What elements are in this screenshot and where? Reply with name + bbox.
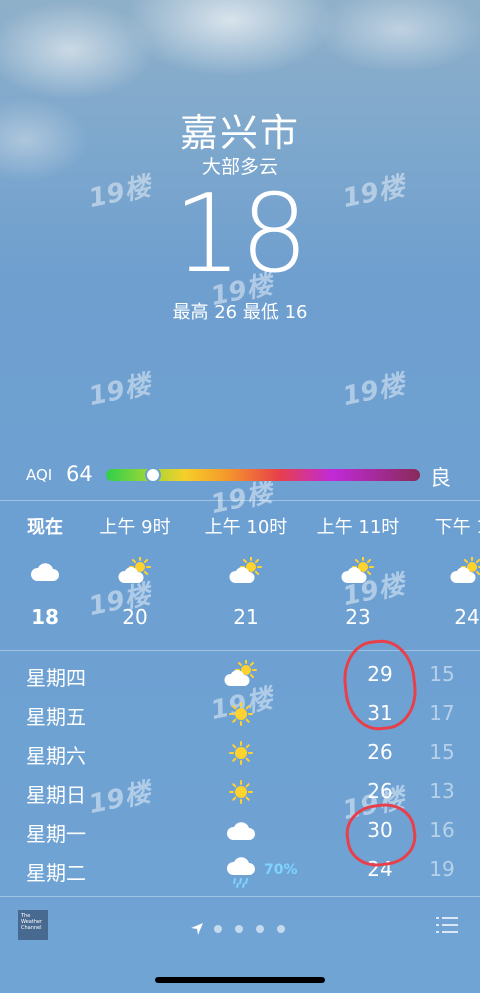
sun-icon bbox=[224, 738, 258, 768]
current-temperature: 18 bbox=[173, 172, 308, 297]
hourly-temp: 21 bbox=[233, 605, 259, 629]
day-name: 星期五 bbox=[26, 705, 86, 729]
page-dot bbox=[277, 924, 285, 933]
rain-icon bbox=[224, 855, 258, 888]
footer-bar: The Weather Channel bbox=[0, 898, 480, 958]
aqi-quality: 良 bbox=[430, 466, 451, 490]
city-name: 嘉兴市 bbox=[179, 111, 300, 155]
divider bbox=[0, 650, 480, 651]
weather-channel-logo[interactable]: The Weather Channel bbox=[18, 910, 48, 940]
daily-row: 星期一 30 16 bbox=[0, 818, 480, 856]
partly-cloudy-icon bbox=[191, 556, 301, 597]
day-low-temp: 16 bbox=[429, 818, 455, 842]
partly-cloudy-icon bbox=[80, 556, 190, 597]
home-indicator[interactable] bbox=[155, 977, 325, 983]
aqi-scale-bar bbox=[106, 467, 420, 483]
partly-cloudy-icon bbox=[412, 556, 480, 597]
day-high-temp: 26 bbox=[367, 779, 393, 803]
day-high-temp: 24 bbox=[367, 857, 393, 881]
day-name: 星期四 bbox=[26, 666, 86, 690]
list-icon[interactable] bbox=[436, 916, 458, 934]
day-name: 星期六 bbox=[26, 744, 86, 768]
hourly-item: 上午 9时 20 bbox=[80, 513, 190, 629]
location-arrow-icon bbox=[191, 922, 203, 935]
daily-row: 星期四 29 15 bbox=[0, 659, 480, 700]
daily-row: 星期六 26 15 bbox=[0, 740, 480, 778]
aqi-indicator bbox=[145, 467, 162, 483]
aqi-value: 64 bbox=[66, 462, 93, 486]
day-name: 星期一 bbox=[26, 822, 86, 846]
hourly-temp: 24 bbox=[454, 605, 480, 629]
hourly-time: 上午 11时 bbox=[316, 517, 400, 538]
divider bbox=[0, 896, 480, 897]
daily-row: 星期五 31 17 bbox=[0, 701, 480, 739]
hourly-temp: 20 bbox=[122, 605, 148, 629]
day-low-temp: 17 bbox=[429, 701, 455, 725]
day-low-temp: 15 bbox=[429, 740, 455, 764]
hourly-item: 下午 12 24 bbox=[412, 513, 480, 629]
day-low-temp: 13 bbox=[429, 779, 455, 803]
hourly-time: 上午 9时 bbox=[99, 517, 171, 538]
sun-icon bbox=[224, 777, 258, 807]
sun-icon bbox=[224, 699, 258, 729]
high-low-temperature: 最高 26 最低 16 bbox=[172, 302, 308, 323]
cloud-icon bbox=[224, 816, 258, 846]
partly-cloudy-icon bbox=[224, 659, 258, 690]
page-dot bbox=[256, 924, 264, 933]
day-high-temp: 29 bbox=[367, 662, 393, 686]
watermark: 19楼 bbox=[340, 369, 408, 413]
page-indicator[interactable] bbox=[190, 918, 298, 935]
hourly-item: 上午 11时 23 bbox=[303, 513, 413, 629]
day-name: 星期日 bbox=[26, 783, 86, 807]
partly-cloudy-icon bbox=[303, 556, 413, 597]
page-dot bbox=[235, 924, 243, 933]
hourly-time: 上午 10时 bbox=[204, 517, 288, 538]
day-name: 星期二 bbox=[26, 861, 86, 885]
daily-row: 星期二 70% 24 19 bbox=[0, 857, 480, 895]
precipitation-chance: 70% bbox=[264, 862, 298, 878]
day-low-temp: 15 bbox=[429, 662, 455, 686]
hourly-temp: 23 bbox=[345, 605, 371, 629]
day-high-temp: 30 bbox=[367, 818, 393, 842]
hourly-item: 上午 10时 21 bbox=[191, 513, 301, 629]
page-dot bbox=[214, 924, 222, 933]
divider bbox=[0, 500, 480, 501]
day-high-temp: 31 bbox=[367, 701, 393, 725]
day-low-temp: 19 bbox=[429, 857, 455, 881]
aqi-label: AQI bbox=[26, 466, 53, 484]
hourly-time: 下午 12 bbox=[434, 517, 480, 538]
day-high-temp: 26 bbox=[367, 740, 393, 764]
daily-row: 星期日 26 13 bbox=[0, 779, 480, 817]
aqi-row[interactable]: AQI 64 良 bbox=[0, 462, 480, 490]
watermark: 19楼 bbox=[86, 369, 154, 413]
